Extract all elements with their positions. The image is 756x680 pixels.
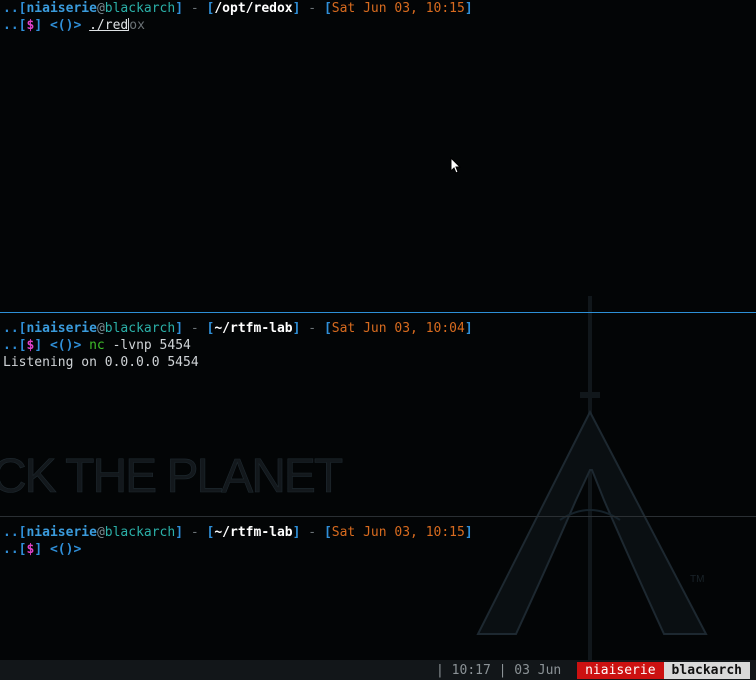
terminal-pane-bottom[interactable]: ..[niaiserie@blackarch] - [~/rtfm-lab] -… xyxy=(0,524,756,658)
username: niaiserie xyxy=(26,1,97,16)
username: niaiserie xyxy=(26,525,97,540)
autosuggestion: ox xyxy=(129,18,145,33)
current-path: /opt/redox xyxy=(214,1,293,16)
command-line[interactable]: ..[$] <()> ./redox xyxy=(0,17,756,34)
current-path: ~/rtfm-lab xyxy=(214,525,293,540)
command-line: ..[$] <()> nc -lvnp 5454 xyxy=(3,338,191,353)
prompt-header: ..[niaiserie@blackarch] - [~/rtfm-lab] -… xyxy=(3,321,473,336)
prompt-header: ..[niaiserie@blackarch] - [/opt/redox] -… xyxy=(3,1,473,16)
typed-command[interactable]: ./red xyxy=(89,18,128,33)
command-name: nc xyxy=(89,338,105,353)
terminal-pane-top[interactable]: ..[niaiserie@blackarch] - [/opt/redox] -… xyxy=(0,0,756,312)
pane-divider-active[interactable] xyxy=(0,312,756,313)
tmux-status-bar: | 10:17 | 03 Jun niaiserie blackarch xyxy=(0,660,756,680)
status-time-date: | 10:17 | 03 Jun xyxy=(436,662,570,678)
command-args: -lvnp 5454 xyxy=(104,338,191,353)
command-output: Listening on 0.0.0.0 5454 xyxy=(3,355,199,370)
prompt-date: Sat Jun 03, 10:15 xyxy=(331,525,465,540)
prompt-date: Sat Jun 03, 10:15 xyxy=(331,1,465,16)
hostname: blackarch xyxy=(104,1,176,16)
current-path: ~/rtfm-lab xyxy=(214,321,293,336)
prompt-date: Sat Jun 03, 10:04 xyxy=(331,321,465,336)
command-line[interactable]: ..[$] <()> xyxy=(0,541,756,558)
terminal-pane-middle[interactable]: ..[niaiserie@blackarch] - [~/rtfm-lab] -… xyxy=(0,320,756,516)
status-host-badge: blackarch xyxy=(663,661,750,679)
mouse-pointer-icon xyxy=(450,157,462,174)
prompt-header: ..[niaiserie@blackarch] - [~/rtfm-lab] -… xyxy=(3,525,473,540)
hostname: blackarch xyxy=(104,321,176,336)
hostname: blackarch xyxy=(104,525,176,540)
pane-divider[interactable] xyxy=(0,516,756,517)
status-user-badge: niaiserie xyxy=(577,661,664,679)
username: niaiserie xyxy=(26,321,97,336)
